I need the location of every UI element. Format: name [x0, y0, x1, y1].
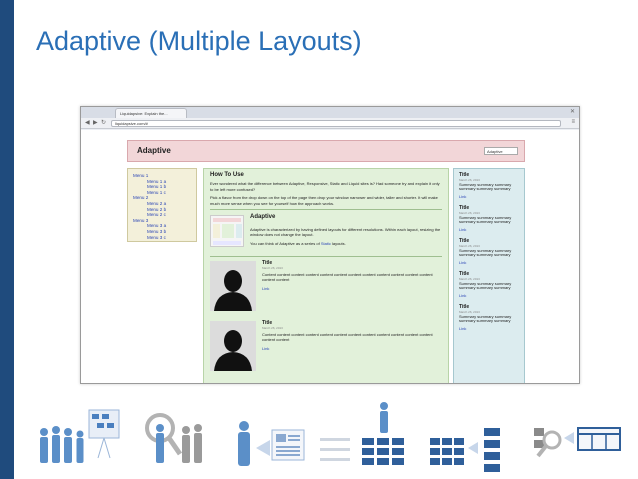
sidebar-item-summary: Summary summary summary summary summary … [459, 280, 512, 291]
sidebar-item-link[interactable]: Link [459, 326, 519, 332]
sidebar-item: Title March 26, 2013 Summary summary summa… [459, 206, 519, 233]
sidebar-item: Title March 26, 2013 Summary summary summa… [459, 272, 519, 299]
back-icon[interactable]: ◀ [85, 119, 90, 128]
people-search-icon [145, 413, 202, 463]
forward-icon[interactable]: ▶ [93, 119, 98, 128]
sidebar-item: Title March 26, 2013 Summary summary summa… [459, 239, 519, 266]
sidebar-item-link[interactable]: Link [459, 260, 519, 266]
person-document-icon [238, 421, 305, 466]
page-viewport: Adaptive Adaptive Menu 1 Menu 1 a Menu 1 b… [81, 130, 579, 383]
search-layout-icon [534, 427, 621, 458]
sidebar-item: Title March 26, 2013 Summary summary summa… [459, 173, 519, 200]
slide-title: Adaptive (Multiple Layouts) [36, 26, 362, 56]
menu-item[interactable]: Menu 3 c [133, 235, 191, 241]
post-text: Content content content content content … [262, 331, 433, 343]
avatar [210, 321, 256, 372]
browser-tab[interactable]: Liquidapsive: Explain the... [115, 108, 187, 118]
reload-icon[interactable]: ↻ [101, 119, 106, 128]
slide: Adaptive (Multiple Layouts) Liquidapsive… [0, 0, 638, 479]
site-header: Adaptive Adaptive [127, 140, 525, 162]
sidebar-item: Title March 26, 2013 Summary summary summa… [459, 305, 519, 332]
menu-column: Menu 1 Menu 1 a Menu 1 b Menu 1 c Menu 2 Menu… [127, 168, 197, 242]
post-link[interactable]: Link [262, 346, 442, 351]
static-link[interactable]: Static [321, 241, 331, 246]
sidebar-item-link[interactable]: Link [459, 293, 519, 299]
window-close-icon[interactable]: ✕ [570, 108, 575, 115]
sidebar-item-summary: Summary summary summary summary summary … [459, 247, 512, 258]
post-item: Title March 26, 2013 Content content conte… [210, 320, 442, 377]
content-column: How To Use Ever wondered what the differ… [203, 168, 449, 383]
how-to-use-p2: Pick a flavor from the drop down on the … [210, 195, 438, 206]
post-link[interactable]: Link [262, 286, 442, 291]
grid-flow-icon [430, 428, 500, 472]
avatar [210, 261, 256, 312]
layout-select[interactable]: Adaptive [484, 147, 518, 155]
post-text: Content content content content content … [262, 271, 433, 283]
sidebar-item-summary: Summary summary summary summary summary … [459, 181, 512, 192]
footer-icons [0, 398, 638, 479]
layout-thumbnail [210, 215, 244, 248]
adaptive-text: Adaptive is characterized by having defi… [250, 227, 441, 246]
menu-icon[interactable]: ≡ [571, 119, 575, 125]
browser-toolbar: ◀ ▶ ↻ liquidapsive.com/# ≡ [81, 118, 579, 129]
sidebar-column: Title March 26, 2013 Summary summary summa… [453, 168, 525, 383]
how-to-use-p1: Ever wondered what the difference betwee… [210, 181, 440, 192]
sidebar-item-link[interactable]: Link [459, 227, 519, 233]
post-item: Title March 26, 2013 Content content conte… [210, 260, 442, 317]
posts-list: Title March 26, 2013 Content content conte… [210, 260, 442, 377]
divider [210, 256, 442, 258]
browser-window: Liquidapsive: Explain the... ✕ ◀ ▶ ↻ liq… [80, 106, 580, 384]
sidebar-item-summary: Summary summary summary summary summary … [459, 313, 512, 324]
address-bar[interactable]: liquidapsive.com/# [111, 120, 561, 127]
site-title: Adaptive [137, 146, 171, 155]
sidebar-item-link[interactable]: Link [459, 194, 519, 200]
divider [210, 209, 442, 211]
how-to-use-title: How To Use [210, 172, 244, 178]
tab-bar: Liquidapsive: Explain the... ✕ [81, 107, 579, 118]
adaptive-title: Adaptive [250, 214, 276, 221]
adaptive-section: Adaptive Adaptive is characterized by ha… [210, 213, 442, 253]
person-layers-icon [320, 402, 404, 465]
sidebar-item-summary: Summary summary summary summary summary … [459, 214, 512, 225]
people-presentation-icon [40, 409, 120, 463]
